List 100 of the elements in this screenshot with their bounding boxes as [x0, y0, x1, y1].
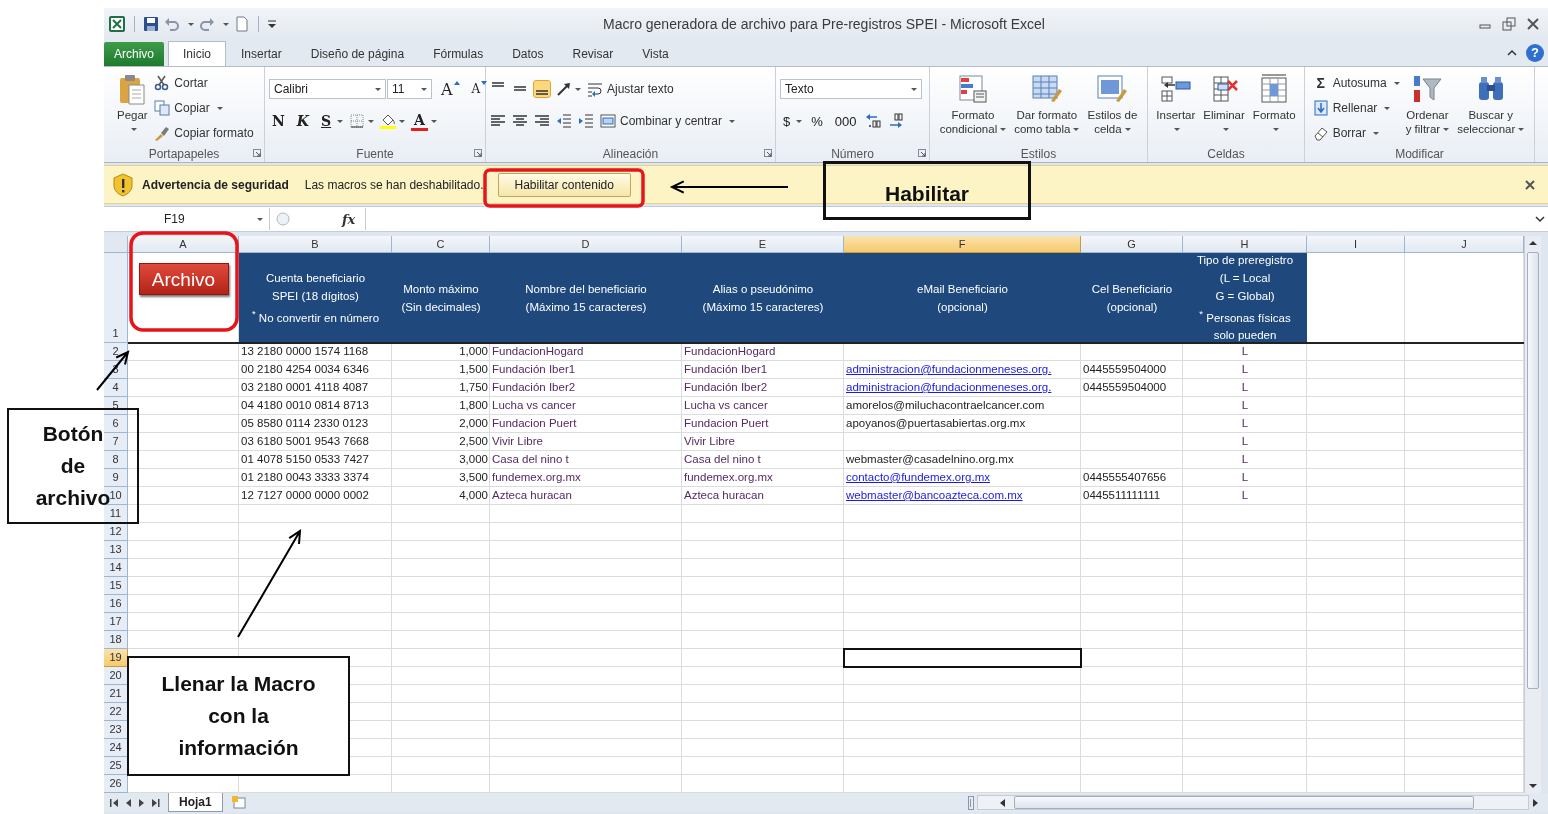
format-button[interactable]: % [808, 111, 826, 131]
customize-icon[interactable] [267, 18, 277, 30]
ribbon-button[interactable]: Σ Autosuma [1312, 72, 1400, 94]
dialog-launcher-icon[interactable] [253, 149, 261, 157]
text-angle-icon[interactable] [556, 81, 572, 97]
scissors-icon[interactable] [154, 75, 171, 91]
column-header[interactable]: E [682, 236, 844, 253]
enable-content-button[interactable]: Habilitar contenido [497, 172, 631, 197]
ribbon-button[interactable]: Ajustar texto [587, 78, 674, 100]
link[interactable]: administracion@fundacionmeneses.org. [846, 363, 1052, 375]
underline-button[interactable]: S [317, 111, 335, 131]
bold-button[interactable]: N [269, 111, 288, 131]
font-color-button[interactable]: A [411, 111, 428, 131]
previous-sheet-icon[interactable] [125, 797, 132, 808]
ribbon-button[interactable]: Buscar y seleccionar [1455, 71, 1527, 136]
ribbon-button[interactable]: Estilos de celda [1085, 71, 1140, 136]
ribbon-tab[interactable]: Vista [628, 42, 683, 66]
dialog-launcher-icon[interactable] [764, 149, 772, 157]
column-header[interactable]: F [844, 236, 1081, 253]
column-header[interactable]: A [128, 236, 239, 253]
scroll-left-icon[interactable] [998, 797, 1006, 808]
ribbon-tab[interactable]: Datos [498, 42, 558, 66]
row-header[interactable]: 8 [104, 451, 128, 469]
sort-filter-icon[interactable] [1411, 73, 1444, 105]
align-center-icon[interactable] [512, 113, 528, 129]
increase-decimal-icon[interactable] [865, 113, 882, 129]
eraser-icon[interactable] [1312, 125, 1329, 141]
next-sheet-icon[interactable] [138, 797, 145, 808]
dropdown[interactable]: Texto [780, 79, 922, 99]
row-header[interactable]: 26 [104, 775, 128, 793]
row-header[interactable]: 20 [104, 667, 128, 685]
decrease-decimal-icon[interactable] [887, 113, 904, 129]
fill-down-icon[interactable] [1312, 100, 1329, 116]
column-header[interactable]: C [392, 236, 490, 253]
brush-icon[interactable] [154, 125, 171, 141]
undo-icon[interactable] [164, 16, 180, 32]
row-header[interactable]: 7 [104, 433, 128, 451]
ribbon-button[interactable]: Cortar [154, 72, 254, 94]
conditional-format-icon[interactable] [956, 73, 989, 105]
close-icon[interactable] [1524, 178, 1536, 191]
decrease-indent-icon[interactable] [556, 113, 572, 129]
shrink-font-button[interactable]: A [468, 79, 491, 99]
row-header[interactable]: 11 [104, 505, 128, 523]
row-header[interactable]: 25 [104, 757, 128, 775]
row-header[interactable]: 19 [104, 649, 128, 667]
last-sheet-icon[interactable] [151, 797, 160, 808]
row-header[interactable]: 18 [104, 631, 128, 649]
insert-function-button[interactable]: fx [342, 211, 356, 227]
ribbon-button[interactable]: Eliminar [1201, 71, 1247, 130]
row-header[interactable]: 24 [104, 739, 128, 757]
row-header[interactable]: 1 [104, 253, 128, 343]
ribbon-button[interactable]: Dar formato como tabla [1012, 71, 1082, 136]
row-header[interactable]: 22 [104, 703, 128, 721]
redo-icon[interactable] [199, 16, 215, 32]
excel-icon[interactable] [108, 15, 126, 33]
merge-cells-icon[interactable] [600, 113, 616, 129]
dropdown[interactable]: 11 [387, 79, 432, 99]
ribbon-button[interactable]: Insertar [1154, 71, 1198, 130]
borders-icon[interactable] [349, 113, 366, 129]
ribbon-button[interactable]: Combinar y centrar [600, 110, 736, 132]
active-cell[interactable] [844, 649, 1081, 667]
scroll-right-icon[interactable] [1532, 797, 1540, 808]
format-button[interactable]: 000 [831, 111, 860, 131]
ribbon-button[interactable]: Formato condicional [937, 71, 1009, 136]
wrap-text-icon[interactable] [587, 81, 603, 97]
column-header[interactable]: B [239, 236, 392, 253]
ribbon-button[interactable]: Pegar [114, 71, 151, 130]
column-header[interactable]: D [490, 236, 682, 253]
ribbon-tab[interactable]: Revisar [558, 42, 628, 66]
ribbon-tab[interactable]: Insertar [227, 42, 296, 66]
ribbon-tab[interactable]: Archivo [104, 42, 164, 66]
column-header[interactable]: I [1307, 236, 1405, 253]
copy-icon[interactable] [154, 100, 171, 116]
row-header[interactable]: 4 [104, 379, 128, 397]
scrollbar-thumb[interactable] [1527, 252, 1539, 689]
row-header[interactable]: 14 [104, 559, 128, 577]
row-header[interactable]: 21 [104, 685, 128, 703]
ribbon-button[interactable]: Copiar [154, 97, 254, 119]
insert-cells-icon[interactable] [1159, 73, 1192, 105]
link[interactable]: webmaster@bancoazteca.com.mx [846, 489, 1023, 501]
cell-styles-icon[interactable] [1096, 73, 1129, 105]
row-header[interactable]: 23 [104, 721, 128, 739]
ribbon-tab[interactable]: Inicio [168, 41, 227, 66]
ribbon-button[interactable]: Rellenar [1312, 97, 1400, 119]
row-header[interactable]: 15 [104, 577, 128, 595]
row-header[interactable]: 17 [104, 613, 128, 631]
scrollbar-thumb[interactable] [1014, 796, 1474, 809]
ribbon-tab[interactable]: Diseño de página [296, 42, 419, 66]
dialog-launcher-icon[interactable] [918, 149, 926, 157]
row-header[interactable]: 6 [104, 415, 128, 433]
split-handle-icon[interactable] [968, 795, 974, 810]
align-bottom-icon[interactable] [534, 81, 550, 97]
name-box[interactable]: F19 [104, 208, 270, 230]
new-document-icon[interactable] [234, 16, 250, 32]
row-header[interactable]: 13 [104, 541, 128, 559]
expand-icon[interactable] [1535, 214, 1545, 224]
sheet-tab[interactable]: Hoja1 [168, 793, 223, 812]
ribbon-button[interactable]: Formato [1250, 71, 1298, 130]
column-header[interactable]: J [1405, 236, 1524, 253]
ribbon-button[interactable]: Ordenar y filtrar [1403, 71, 1452, 136]
